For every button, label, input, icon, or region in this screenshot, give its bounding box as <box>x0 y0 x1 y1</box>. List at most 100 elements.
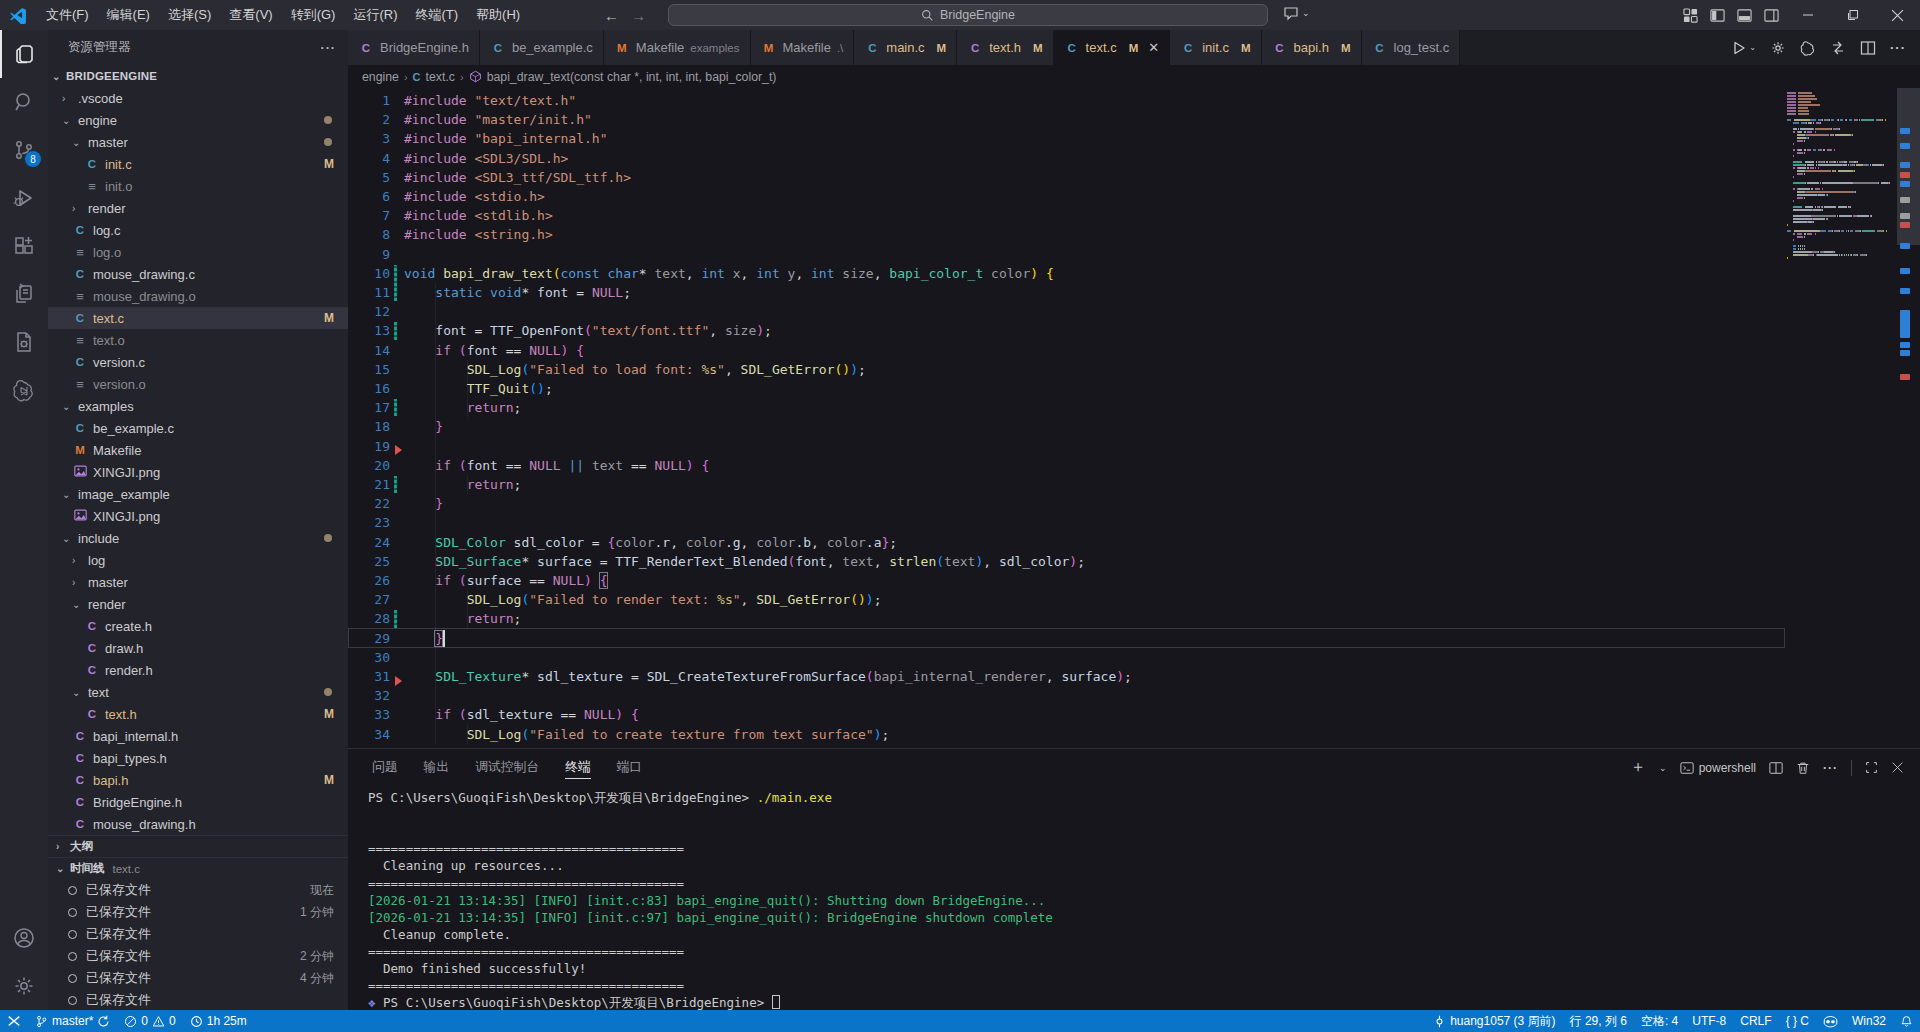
kill-terminal-icon[interactable] <box>1796 761 1810 775</box>
tree-item-text[interactable]: ⌄text <box>48 681 348 703</box>
search-icon[interactable] <box>0 78 48 126</box>
status-{ } C[interactable]: { } C <box>1779 1010 1816 1032</box>
tree-item-mouse_drawing.h[interactable]: Cmouse_drawing.h <box>48 813 348 835</box>
tree-item-BridgeEngine.h[interactable]: CBridgeEngine.h <box>48 791 348 813</box>
gear-icon[interactable] <box>1770 40 1786 56</box>
timeline-item[interactable]: 已保存文件 <box>48 989 348 1010</box>
tree-item-log.c[interactable]: Clog.c <box>48 219 348 241</box>
commit-icon[interactable]: huang1057 (3 周前) <box>1426 1010 1562 1032</box>
panel-tab-问题[interactable]: 问题 <box>372 749 398 786</box>
sidebar-more-icon[interactable]: ··· <box>321 41 337 55</box>
split-terminal-icon[interactable] <box>1769 761 1783 775</box>
tab-bapi.h[interactable]: Cbapi.hM <box>1262 30 1362 65</box>
tab-text.c[interactable]: Ctext.cM✕ <box>1054 30 1171 65</box>
menu-2[interactable]: 选择(S) <box>159 0 220 30</box>
openai-icon[interactable] <box>0 366 48 414</box>
tab-be_example.c[interactable]: Cbe_example.c <box>480 30 604 65</box>
tree-item-bapi_internal.h[interactable]: Cbapi_internal.h <box>48 725 348 747</box>
tab-BridgeEngine.h[interactable]: CBridgeEngine.h <box>348 30 480 65</box>
tree-item-examples[interactable]: ⌄examples <box>48 395 348 417</box>
status-行 29, 列 6[interactable]: 行 29, 列 6 <box>1563 1010 1634 1032</box>
project-section-header[interactable]: ⌄BRIDGEENGINE <box>48 65 348 87</box>
status-Win32[interactable]: Win32 <box>1845 1010 1893 1032</box>
tree-item-mouse_drawing.o[interactable]: ≡mouse_drawing.o <box>48 285 348 307</box>
tree-item-be_example.c[interactable]: Cbe_example.c <box>48 417 348 439</box>
tab-text.h[interactable]: Ctext.hM <box>957 30 1053 65</box>
remote-icon[interactable] <box>0 1010 28 1032</box>
tree-item-log.o[interactable]: ≡log.o <box>48 241 348 263</box>
toggle-secondary-sidebar-icon[interactable] <box>1758 0 1785 30</box>
overview-ruler[interactable] <box>1897 88 1920 748</box>
menu-0[interactable]: 文件(F) <box>37 0 98 30</box>
menu-6[interactable]: 终端(T) <box>406 0 467 30</box>
terminal-shell-item[interactable]: powershell <box>1680 761 1756 775</box>
minimap[interactable] <box>1785 88 1897 748</box>
outline-section[interactable]: ›大纲 <box>48 835 348 857</box>
tree-item-init.o[interactable]: ≡init.o <box>48 175 348 197</box>
tree-item-text.c[interactable]: Ctext.cM <box>48 307 348 329</box>
openai-icon[interactable] <box>1800 40 1816 56</box>
menu-7[interactable]: 帮助(H) <box>467 0 529 30</box>
tree-item-version.o[interactable]: ≡version.o <box>48 373 348 395</box>
tree-item-Makefile[interactable]: MMakefile <box>48 439 348 461</box>
copilot-icon[interactable] <box>1816 1010 1845 1032</box>
settings-gear-icon[interactable] <box>0 962 48 1010</box>
tree-item-log[interactable]: ›log <box>48 549 348 571</box>
tree-item-version.c[interactable]: Cversion.c <box>48 351 348 373</box>
tree-item-render[interactable]: ›render <box>48 197 348 219</box>
status-空格: 4[interactable]: 空格: 4 <box>1634 1010 1685 1032</box>
panel-more-icon[interactable]: ··· <box>1823 761 1838 775</box>
code-editor[interactable]: 1#include "text/text.h"2#include "master… <box>348 88 1920 748</box>
references-icon[interactable] <box>0 270 48 318</box>
panel-tab-终端[interactable]: 终端 <box>565 749 591 786</box>
compare-icon[interactable] <box>1830 40 1846 56</box>
tree-item-XINGJI.png[interactable]: XINGJI.png <box>48 461 348 483</box>
timeline-item[interactable]: 已保存文件2 分钟 <box>48 945 348 967</box>
account-icon[interactable] <box>0 914 48 962</box>
status-UTF-8[interactable]: UTF-8 <box>1685 1010 1733 1032</box>
menu-3[interactable]: 查看(V) <box>220 0 281 30</box>
panel-tab-调试控制台[interactable]: 调试控制台 <box>475 749 539 786</box>
tree-item-text.h[interactable]: Ctext.hM <box>48 703 348 725</box>
tree-item-master[interactable]: ›master <box>48 571 348 593</box>
minimize-button[interactable] <box>1785 0 1830 30</box>
tree-item-draw.h[interactable]: Cdraw.h <box>48 637 348 659</box>
back-button[interactable]: ← <box>604 7 619 24</box>
tree-item-XINGJI.png[interactable]: XINGJI.png <box>48 505 348 527</box>
error-icon[interactable]: 00 <box>117 1010 182 1032</box>
tab-init.c[interactable]: Cinit.cM <box>1170 30 1261 65</box>
tree-item-engine[interactable]: ⌄engine <box>48 109 348 131</box>
close-button[interactable] <box>1875 0 1920 30</box>
terminal-output[interactable]: PS C:\Users\GuoqiFish\Desktop\开发项目\Bridg… <box>368 789 1920 1010</box>
tree-item-.vscode[interactable]: ›.vscode <box>48 87 348 109</box>
menu-1[interactable]: 编辑(E) <box>98 0 159 30</box>
tree-item-bapi.h[interactable]: Cbapi.hM <box>48 769 348 791</box>
tree-item-render.h[interactable]: Crender.h <box>48 659 348 681</box>
tab-Makefile[interactable]: MMakefileexamples <box>604 30 751 65</box>
timeline-section[interactable]: ⌄时间线text.c <box>48 857 348 879</box>
split-editor-icon[interactable] <box>1860 40 1876 56</box>
run-button[interactable]: ⌄ <box>1731 40 1756 56</box>
timeline-item[interactable]: 已保存文件1 分钟 <box>48 901 348 923</box>
toggle-panel-layout-icon[interactable] <box>1677 0 1704 30</box>
forward-button[interactable]: → <box>631 7 646 24</box>
menu-4[interactable]: 转到(G) <box>282 0 345 30</box>
tree-item-create.h[interactable]: Ccreate.h <box>48 615 348 637</box>
tree-item-text.o[interactable]: ≡text.o <box>48 329 348 351</box>
tree-item-mouse_drawing.c[interactable]: Cmouse_drawing.c <box>48 263 348 285</box>
toggle-bottom-panel-icon[interactable] <box>1731 0 1758 30</box>
chat-icon[interactable]: ⌄ <box>1283 5 1310 21</box>
git-branch-icon[interactable]: master* <box>28 1010 117 1032</box>
panel-tab-端口[interactable]: 端口 <box>617 749 643 786</box>
terminal-dropdown-icon[interactable]: ⌄ <box>1659 763 1667 773</box>
close-panel-icon[interactable] <box>1891 761 1904 774</box>
tab-log_test.c[interactable]: Clog_test.c <box>1362 30 1461 65</box>
extensions-icon[interactable] <box>0 222 48 270</box>
run-debug-icon[interactable] <box>0 174 48 222</box>
breadcrumb[interactable]: engine› Ctext.c› bapi_draw_text(const ch… <box>348 65 1920 88</box>
timeline-item[interactable]: 已保存文件 <box>48 923 348 945</box>
status-CRLF[interactable]: CRLF <box>1733 1010 1778 1032</box>
maximize-panel-icon[interactable] <box>1865 761 1878 774</box>
editor-more-icon[interactable]: ··· <box>1890 40 1906 55</box>
menu-5[interactable]: 运行(R) <box>344 0 406 30</box>
